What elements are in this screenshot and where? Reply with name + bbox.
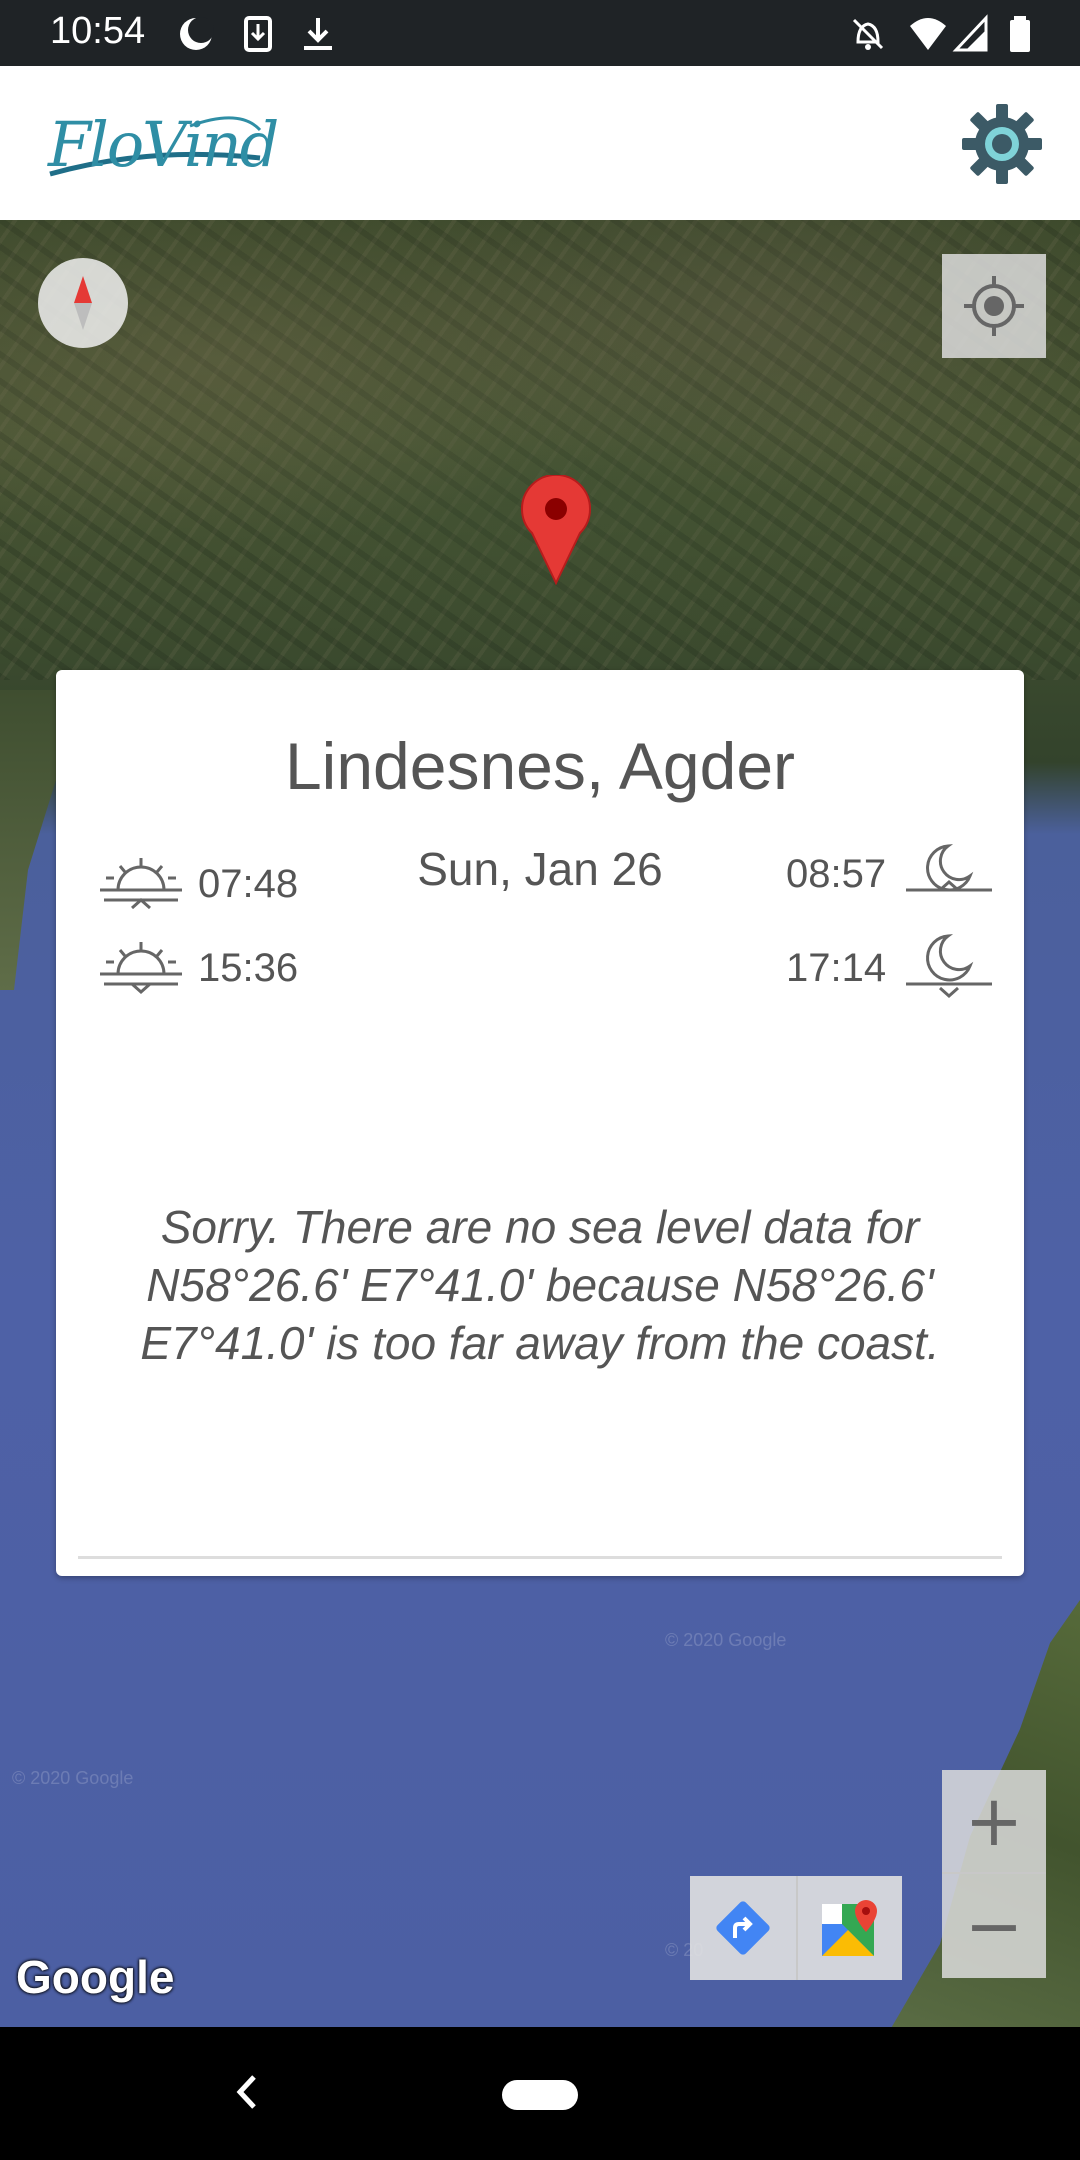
sunset-row: 15:36 bbox=[96, 932, 299, 1002]
location-title: Lindesnes, Agder bbox=[284, 729, 796, 803]
open-in-maps-button[interactable] bbox=[796, 1876, 902, 1980]
gear-icon bbox=[962, 104, 1042, 184]
moonrise-icon bbox=[906, 844, 992, 892]
land-area bbox=[0, 220, 1080, 680]
app-logo: FloVind bbox=[48, 108, 279, 181]
notifications-off-icon bbox=[852, 18, 884, 50]
status-bar: 10:54 bbox=[0, 0, 1080, 66]
moonset-row: 17:14 bbox=[786, 932, 996, 1002]
wifi-icon bbox=[910, 18, 946, 50]
download-box-icon bbox=[244, 16, 272, 52]
do-not-disturb-icon bbox=[180, 17, 214, 50]
tide-info-card: Lindesnes, Agder Sun, Jan 26 07:48 15:36… bbox=[56, 670, 1024, 1576]
directions-button[interactable] bbox=[690, 1876, 796, 1980]
moonset-icon bbox=[906, 934, 992, 999]
sunrise-time: 07:48 bbox=[198, 862, 299, 906]
zoom-out-button[interactable]: − bbox=[942, 1874, 1046, 1978]
compass-icon bbox=[74, 276, 92, 330]
no-sea-level-message: Sorry. There are no sea level data for N… bbox=[140, 1201, 940, 1369]
map-toolbar bbox=[690, 1876, 902, 1980]
back-icon bbox=[236, 2075, 256, 2109]
map-pin-icon[interactable] bbox=[520, 475, 592, 585]
moonrise-row: 08:57 bbox=[786, 838, 996, 908]
sunset-icon bbox=[100, 942, 182, 995]
google-maps-icon bbox=[822, 1900, 877, 1956]
zoom-in-button[interactable]: + bbox=[942, 1770, 1046, 1874]
settings-button[interactable] bbox=[960, 102, 1044, 186]
crosshair-icon bbox=[964, 276, 1024, 336]
download-icon bbox=[304, 18, 332, 50]
sunrise-row: 07:48 bbox=[96, 848, 299, 918]
sunrise-icon bbox=[100, 858, 182, 910]
zoom-control: + − bbox=[942, 1770, 1046, 1978]
map-watermark: © 2020 Google bbox=[12, 1768, 134, 1788]
google-attribution: Google bbox=[16, 1951, 175, 2003]
my-location-button[interactable] bbox=[942, 254, 1046, 358]
cell-signal-icon bbox=[952, 14, 988, 52]
home-button[interactable] bbox=[502, 2080, 578, 2110]
compass-button[interactable] bbox=[38, 258, 128, 348]
battery-icon bbox=[1010, 16, 1030, 52]
directions-icon bbox=[716, 1901, 770, 1955]
moonrise-time: 08:57 bbox=[786, 852, 887, 896]
card-divider bbox=[78, 1556, 1002, 1559]
sunset-time: 15:36 bbox=[198, 946, 299, 990]
back-button[interactable] bbox=[222, 2067, 272, 2117]
moonset-time: 17:14 bbox=[786, 946, 887, 990]
map-watermark: © 2020 Google bbox=[665, 1630, 787, 1650]
app-bar: FloVind bbox=[0, 66, 1080, 220]
status-time: 10:54 bbox=[50, 10, 146, 52]
